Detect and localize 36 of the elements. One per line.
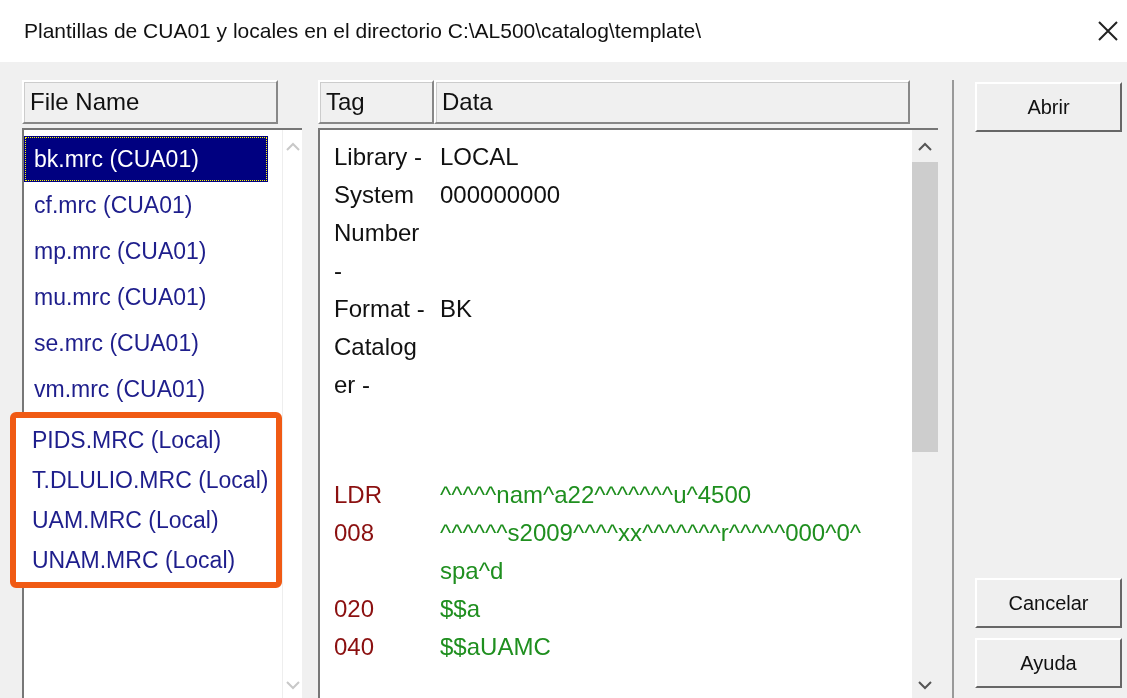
file-item[interactable]: se.mrc (CUA01): [24, 320, 268, 366]
file-item[interactable]: T.DLULIO.MRC (Local): [26, 460, 276, 500]
tag-cell-text: 008: [334, 518, 376, 548]
column-header[interactable]: Tag: [318, 80, 434, 124]
open-button[interactable]: Abrir: [975, 82, 1122, 132]
file-item[interactable]: bk.mrc (CUA01): [24, 136, 268, 182]
cancel-button[interactable]: Cancelar: [975, 578, 1122, 628]
scroll-down-icon[interactable]: [917, 680, 933, 690]
tag-cell-text: 040: [334, 632, 376, 662]
data-cell-text: $$a: [440, 594, 482, 624]
data-cell-text: ^^^^^^s2009^^^^xx^^^^^^^r^^^^^000^0^spa^d: [440, 518, 863, 586]
close-icon[interactable]: [1097, 20, 1119, 42]
scroll-thumb[interactable]: [912, 162, 938, 452]
data-cell-text: 000000000: [440, 180, 562, 210]
data-cell-text: $$aUAMC: [440, 632, 552, 662]
column-header[interactable]: File Name: [22, 80, 278, 124]
file-item[interactable]: mu.mrc (CUA01): [24, 274, 268, 320]
file-item[interactable]: cf.mrc (CUA01): [24, 182, 268, 228]
file-item[interactable]: UNAM.MRC (Local): [26, 540, 276, 580]
data-cell-text: ^^^^^nam^a22^^^^^^^u^4500: [440, 480, 753, 510]
tag-cell-text: Format -: [334, 294, 426, 324]
tag-cell-text: Library -: [334, 142, 424, 172]
file-item[interactable]: mp.mrc (CUA01): [24, 228, 268, 274]
tag-cell-text: 020: [334, 594, 376, 624]
file-item[interactable]: vm.mrc (CUA01): [24, 366, 268, 412]
file-item[interactable]: PIDS.MRC (Local): [26, 420, 276, 460]
data-cell-text: LOCAL: [440, 142, 520, 172]
file-item[interactable]: UAM.MRC (Local): [26, 500, 276, 540]
column-header[interactable]: Data: [434, 80, 910, 124]
scroll-up-icon[interactable]: [917, 142, 933, 152]
tag-cell-text: Cataloger -: [334, 332, 418, 400]
tag-cell-text: System Number -: [334, 180, 421, 286]
window-title: Plantillas de CUA01 y locales en el directorio C:\AL500\catalog\template\: [24, 19, 702, 43]
tag-cell-text: LDR: [334, 480, 383, 510]
data-cell-text: BK: [440, 294, 473, 324]
help-button[interactable]: Ayuda: [975, 638, 1122, 688]
